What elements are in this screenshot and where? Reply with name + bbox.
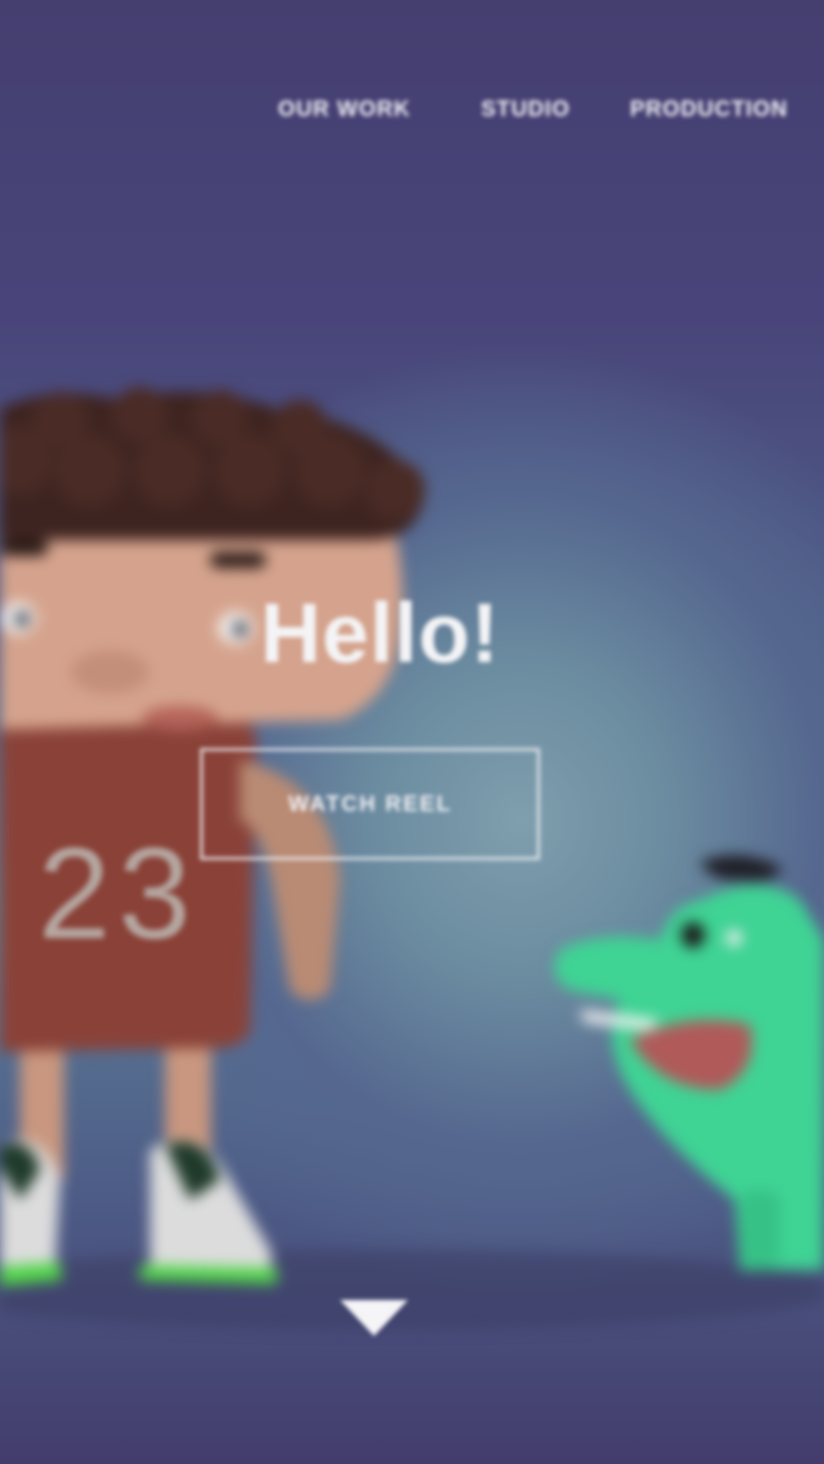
dinosaur-character	[554, 855, 824, 1270]
jersey-number: 23	[38, 820, 199, 966]
triangle-down-icon[interactable]	[338, 1298, 410, 1338]
hero-illustration	[0, 387, 824, 1330]
watch-reel-button[interactable]: WATCH REEL	[200, 748, 540, 860]
nav-item-our-work[interactable]: OUR WORK	[278, 96, 411, 122]
nav-item-production[interactable]: PRODUCTION	[630, 96, 788, 122]
hero-section: OUR WORK STUDIO PRODUCTION 23 Hello! WAT…	[0, 0, 824, 1464]
main-nav: OUR WORK STUDIO PRODUCTION	[0, 88, 824, 128]
hero-title: Hello!	[260, 586, 500, 680]
floor-shadow	[0, 1250, 824, 1330]
nav-item-studio[interactable]: STUDIO	[481, 96, 570, 122]
